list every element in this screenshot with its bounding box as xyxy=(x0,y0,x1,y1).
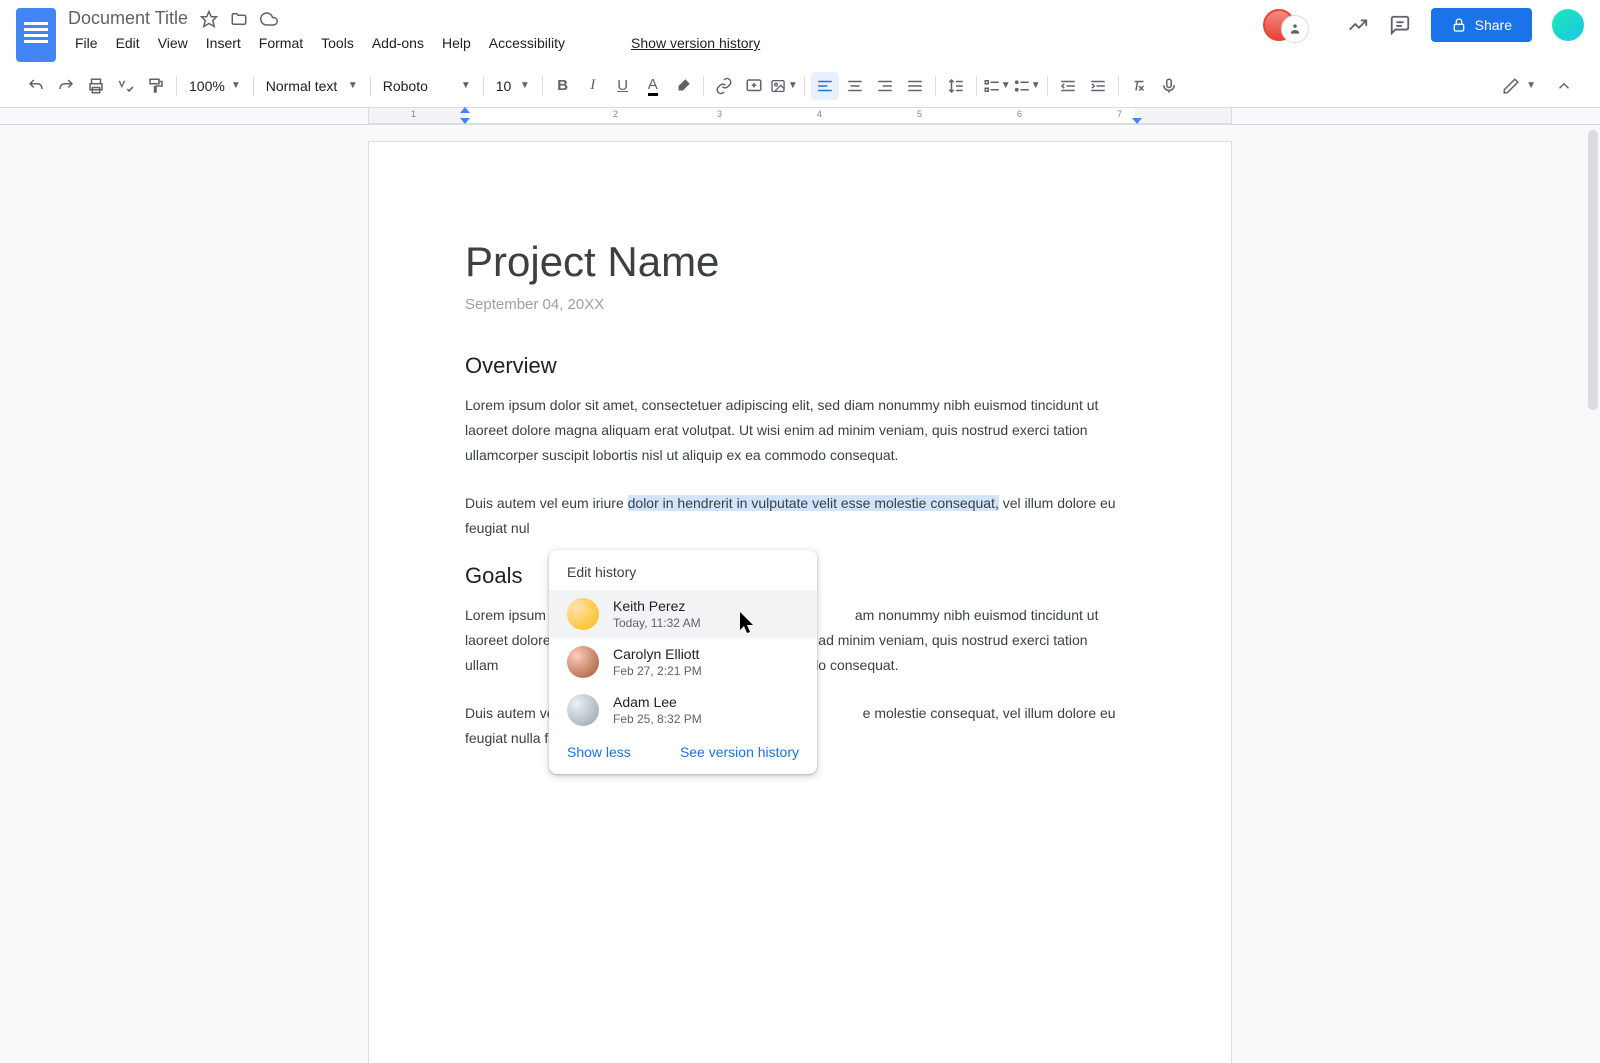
history-row-carolyn[interactable]: Carolyn Elliott Feb 27, 2:21 PM xyxy=(549,638,817,686)
document-title-input[interactable]: Document Title xyxy=(68,8,188,29)
clear-format-button[interactable] xyxy=(1125,72,1153,100)
voice-typing-button[interactable] xyxy=(1155,72,1183,100)
collab-badge-icon xyxy=(1281,15,1309,43)
overview-heading[interactable]: Overview xyxy=(465,353,1135,379)
collaborator-avatar[interactable] xyxy=(1263,9,1295,41)
highlight-button[interactable] xyxy=(669,72,697,100)
line-spacing-button[interactable] xyxy=(942,72,970,100)
align-center-button[interactable] xyxy=(841,72,869,100)
edit-time: Feb 27, 2:21 PM xyxy=(613,664,702,678)
spellcheck-button[interactable] xyxy=(112,72,140,100)
edit-time: Today, 11:32 AM xyxy=(613,616,701,630)
align-left-button[interactable] xyxy=(811,72,839,100)
star-icon[interactable] xyxy=(200,10,218,28)
left-indent-marker[interactable] xyxy=(460,107,470,113)
overview-paragraph-1[interactable]: Lorem ipsum dolor sit amet, consectetuer… xyxy=(465,393,1135,469)
underline-button[interactable]: U xyxy=(609,72,637,100)
undo-button[interactable] xyxy=(22,72,50,100)
doc-title-heading[interactable]: Project Name xyxy=(465,238,1135,286)
style-dropdown[interactable]: Normal text▼ xyxy=(260,74,364,98)
menu-help[interactable]: Help xyxy=(435,31,478,55)
menu-view[interactable]: View xyxy=(151,31,195,55)
comments-icon[interactable] xyxy=(1389,14,1411,36)
italic-button[interactable]: I xyxy=(579,72,607,100)
user-avatar[interactable] xyxy=(1552,9,1584,41)
menu-tools[interactable]: Tools xyxy=(314,31,361,55)
checklist-button[interactable]: ▼ xyxy=(983,72,1011,100)
collapse-button[interactable] xyxy=(1550,72,1578,100)
align-justify-button[interactable] xyxy=(901,72,929,100)
share-label: Share xyxy=(1475,17,1512,33)
avatar xyxy=(567,694,599,726)
vertical-scrollbar[interactable] xyxy=(1588,130,1598,410)
activity-icon[interactable] xyxy=(1347,14,1369,36)
avatar xyxy=(567,646,599,678)
left-margin-marker[interactable] xyxy=(460,118,470,124)
link-button[interactable] xyxy=(710,72,738,100)
menu-accessibility[interactable]: Accessibility xyxy=(482,31,572,55)
docs-home-icon[interactable] xyxy=(16,8,56,62)
edit-history-popup: Edit history Keith Perez Today, 11:32 AM… xyxy=(549,550,817,774)
edit-time: Feb 25, 8:32 PM xyxy=(613,712,702,726)
move-icon[interactable] xyxy=(230,10,248,28)
see-version-history-link[interactable]: See version history xyxy=(680,744,799,760)
lock-icon xyxy=(1451,17,1467,33)
right-margin-marker[interactable] xyxy=(1132,118,1142,124)
zoom-dropdown[interactable]: 100%▼ xyxy=(183,74,247,98)
menu-file[interactable]: File xyxy=(68,31,105,55)
share-button[interactable]: Share xyxy=(1431,8,1532,42)
document-page[interactable]: Project Name September 04, 20XX Overview… xyxy=(368,141,1232,1063)
menu-insert[interactable]: Insert xyxy=(199,31,248,55)
editor-name: Keith Perez xyxy=(613,598,701,614)
text-color-button[interactable]: A xyxy=(639,72,667,100)
doc-date[interactable]: September 04, 20XX xyxy=(465,296,1135,313)
menubar: File Edit View Insert Format Tools Add-o… xyxy=(68,31,1263,55)
redo-button[interactable] xyxy=(52,72,80,100)
show-less-link[interactable]: Show less xyxy=(567,744,631,760)
menu-addons[interactable]: Add-ons xyxy=(365,31,431,55)
increase-indent-button[interactable] xyxy=(1084,72,1112,100)
image-button[interactable]: ▼ xyxy=(770,72,798,100)
horizontal-ruler[interactable]: 1 2 3 4 5 6 7 xyxy=(368,108,1232,124)
align-right-button[interactable] xyxy=(871,72,899,100)
highlighted-text[interactable]: dolor in hendrerit in vulputate velit es… xyxy=(628,495,999,511)
cloud-icon[interactable] xyxy=(260,10,278,28)
history-row-adam[interactable]: Adam Lee Feb 25, 8:32 PM xyxy=(549,686,817,734)
editor-name: Carolyn Elliott xyxy=(613,646,702,662)
comment-button[interactable] xyxy=(740,72,768,100)
bullet-list-button[interactable]: ▼ xyxy=(1013,72,1041,100)
fontsize-dropdown[interactable]: 10▼ xyxy=(490,74,536,98)
font-dropdown[interactable]: Roboto▼ xyxy=(377,74,477,98)
avatar xyxy=(567,598,599,630)
toolbar: 100%▼ Normal text▼ Roboto▼ 10▼ B I U A ▼… xyxy=(0,64,1600,108)
menu-edit[interactable]: Edit xyxy=(109,31,147,55)
print-button[interactable] xyxy=(82,72,110,100)
history-row-keith[interactable]: Keith Perez Today, 11:32 AM xyxy=(549,590,817,638)
decrease-indent-button[interactable] xyxy=(1054,72,1082,100)
paint-format-button[interactable] xyxy=(142,72,170,100)
menu-format[interactable]: Format xyxy=(252,31,310,55)
editor-name: Adam Lee xyxy=(613,694,702,710)
bold-button[interactable]: B xyxy=(549,72,577,100)
popup-title: Edit history xyxy=(549,550,817,590)
editing-mode-button[interactable]: ▼ xyxy=(1498,73,1540,99)
version-history-link[interactable]: Show version history xyxy=(624,31,767,55)
overview-paragraph-2[interactable]: Duis autem vel eum iriure dolor in hendr… xyxy=(465,491,1135,541)
